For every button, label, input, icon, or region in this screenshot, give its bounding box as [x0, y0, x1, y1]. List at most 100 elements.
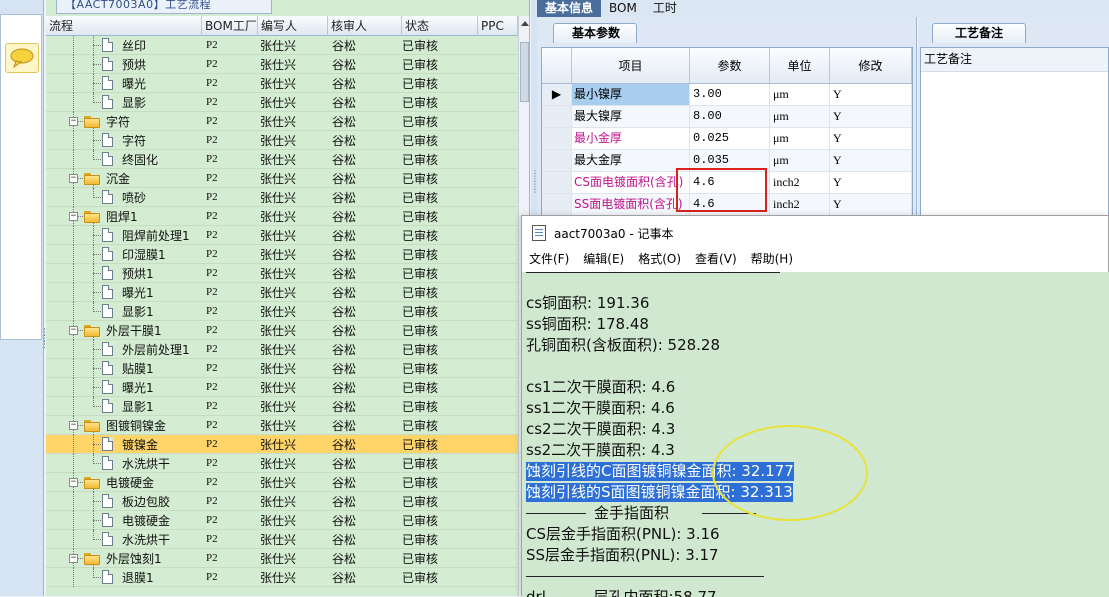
param-value-cell[interactable]: 8.00 [690, 106, 770, 127]
collapse-toggle-icon[interactable]: − [69, 553, 78, 563]
tree-row[interactable]: − 沉金 P2 张仕兴 谷松 已审核 [46, 168, 518, 188]
tree-row[interactable]: − 图镀铜镍金 P2 张仕兴 谷松 已审核 [46, 415, 518, 435]
tree-row[interactable]: 曝光1 P2 张仕兴 谷松 已审核 [46, 282, 518, 302]
tree-node-cell[interactable]: 显影1 [46, 396, 202, 416]
param-value-cell[interactable]: 0.025 [690, 128, 770, 149]
param-modify-cell[interactable]: Y [830, 84, 912, 105]
tab-work-hours[interactable]: 工时 [645, 0, 685, 17]
tree-node-cell[interactable]: 显影1 [46, 301, 202, 321]
param-modify-cell[interactable]: Y [830, 172, 912, 193]
tree-node-cell[interactable]: 水洗烘干 [46, 453, 202, 473]
col-header-value[interactable]: 参数 [690, 48, 770, 83]
param-item-cell[interactable]: 最大金厚 [572, 150, 690, 171]
tab-process-notes[interactable]: 工艺备注 [932, 23, 1026, 43]
row-indicator[interactable] [542, 172, 572, 193]
tree-row[interactable]: 贴膜1 P2 张仕兴 谷松 已审核 [46, 358, 518, 378]
param-unit-cell[interactable]: μm [770, 150, 830, 171]
tree-node-cell[interactable]: 外层前处理1 [46, 339, 202, 359]
tree-row[interactable]: 阻焊前处理1 P2 张仕兴 谷松 已审核 [46, 225, 518, 245]
param-modify-cell[interactable]: Y [830, 106, 912, 127]
tree-row[interactable]: 预烘1 P2 张仕兴 谷松 已审核 [46, 263, 518, 283]
tree-node-cell[interactable]: 退膜1 [46, 567, 202, 587]
tree-node-cell[interactable]: 曝光1 [46, 377, 202, 397]
tree-node-cell[interactable]: 曝光 [46, 73, 202, 93]
tree-row[interactable]: 显影1 P2 张仕兴 谷松 已审核 [46, 396, 518, 416]
tree-node-cell[interactable]: 板边包胶 [46, 491, 202, 511]
col-header-modify[interactable]: 修改 [830, 48, 912, 83]
tree-node-cell[interactable]: 字符 [46, 130, 202, 150]
param-modify-cell[interactable]: Y [830, 194, 912, 215]
tree-row[interactable]: − 电镀硬金 P2 张仕兴 谷松 已审核 [46, 472, 518, 492]
tree-node-cell[interactable]: 镀镍金 [46, 434, 202, 454]
tree-row[interactable]: − 字符 P2 张仕兴 谷松 已审核 [46, 111, 518, 131]
scroll-up-arrow-icon[interactable] [521, 21, 529, 26]
tree-row[interactable]: − 外层干膜1 P2 张仕兴 谷松 已审核 [46, 320, 518, 340]
tree-row[interactable]: 丝印 P2 张仕兴 谷松 已审核 [46, 35, 518, 55]
tree-row[interactable]: 板边包胶 P2 张仕兴 谷松 已审核 [46, 491, 518, 511]
tree-node-cell[interactable]: − 沉金 [46, 168, 202, 188]
tree-node-cell[interactable]: 水洗烘干 [46, 529, 202, 549]
param-unit-cell[interactable]: μm [770, 128, 830, 149]
tree-row[interactable]: 印湿膜1 P2 张仕兴 谷松 已审核 [46, 244, 518, 264]
row-indicator[interactable] [542, 128, 572, 149]
tree-node-cell[interactable]: 预烘1 [46, 263, 202, 283]
params-row[interactable]: 最大镍厚 8.00 μm Y [542, 106, 912, 128]
tree-row[interactable]: 终固化 P2 张仕兴 谷松 已审核 [46, 149, 518, 169]
menu-format[interactable]: 格式(O) [638, 250, 681, 270]
menu-help[interactable]: 帮助(H) [751, 250, 793, 270]
tab-basic-params[interactable]: 基本参数 [553, 23, 637, 43]
window-title-tab[interactable]: 【AACT7003A0】工艺流程 [56, 0, 272, 14]
collapse-toggle-icon[interactable]: − [69, 325, 78, 335]
menu-edit[interactable]: 编辑(E) [583, 250, 624, 270]
param-item-cell[interactable]: CS面电镀面积(含孔) [572, 172, 690, 193]
tree-row[interactable]: − 阻焊1 P2 张仕兴 谷松 已审核 [46, 206, 518, 226]
tree-node-cell[interactable]: − 图镀铜镍金 [46, 415, 202, 435]
param-modify-cell[interactable]: Y [830, 150, 912, 171]
param-unit-cell[interactable]: μm [770, 106, 830, 127]
collapse-toggle-icon[interactable]: − [69, 173, 78, 183]
tree-node-cell[interactable]: − 字符 [46, 111, 202, 131]
param-modify-cell[interactable]: Y [830, 128, 912, 149]
col-header-unit[interactable]: 单位 [770, 48, 830, 83]
tree-node-cell[interactable]: 贴膜1 [46, 358, 202, 378]
collapse-toggle-icon[interactable]: − [69, 116, 78, 126]
param-unit-cell[interactable]: inch2 [770, 172, 830, 193]
scroll-thumb[interactable] [520, 42, 529, 102]
tree-node-cell[interactable]: 喷砂 [46, 187, 202, 207]
param-unit-cell[interactable]: μm [770, 84, 830, 105]
row-indicator[interactable] [542, 106, 572, 127]
tree-node-cell[interactable]: 阻焊前处理1 [46, 225, 202, 245]
tree-row[interactable]: 曝光 P2 张仕兴 谷松 已审核 [46, 73, 518, 93]
tree-node-cell[interactable]: 终固化 [46, 149, 202, 169]
notepad-titlebar[interactable]: aact7003a0 - 记事本 [522, 216, 1108, 250]
tree-row[interactable]: 镀镍金 P2 张仕兴 谷松 已审核 [46, 434, 518, 454]
tab-basic-info[interactable]: 基本信息 [537, 0, 602, 17]
tab-bom[interactable]: BOM [601, 0, 645, 17]
tree-node-cell[interactable]: − 电镀硬金 [46, 472, 202, 492]
notes-body[interactable]: 工艺备注 [920, 47, 1109, 217]
current-row-arrow-icon[interactable]: ▶ [542, 84, 572, 105]
param-unit-cell[interactable]: inch2 [770, 194, 830, 215]
tree-node-cell[interactable]: 显影 [46, 92, 202, 112]
params-row[interactable]: ▶ 最小镍厚 3.00 μm Y [542, 84, 912, 106]
menu-view[interactable]: 查看(V) [695, 250, 737, 270]
tree-row[interactable]: 显影 P2 张仕兴 谷松 已审核 [46, 92, 518, 112]
tree-node-cell[interactable]: 印湿膜1 [46, 244, 202, 264]
tree-node-cell[interactable]: − 外层干膜1 [46, 320, 202, 340]
col-header-writer[interactable]: 编写人 [258, 16, 328, 36]
tree-row[interactable]: 退膜1 P2 张仕兴 谷松 已审核 [46, 567, 518, 587]
params-row[interactable]: 最小金厚 0.025 μm Y [542, 128, 912, 150]
tree-row[interactable]: 水洗烘干 P2 张仕兴 谷松 已审核 [46, 453, 518, 473]
menu-file[interactable]: 文件(F) [529, 250, 569, 270]
col-header-status[interactable]: 状态 [402, 16, 478, 36]
tree-row[interactable]: 水洗烘干 P2 张仕兴 谷松 已审核 [46, 529, 518, 549]
tree-node-cell[interactable]: 丝印 [46, 35, 202, 55]
tree-row[interactable]: 外层前处理1 P2 张仕兴 谷松 已审核 [46, 339, 518, 359]
tree-row[interactable]: 电镀硬金 P2 张仕兴 谷松 已审核 [46, 510, 518, 530]
collapse-toggle-icon[interactable]: − [69, 211, 78, 221]
tree-node-cell[interactable]: 电镀硬金 [46, 510, 202, 530]
param-value-cell[interactable]: 3.00 [690, 84, 770, 105]
col-header-reviewer[interactable]: 核审人 [328, 16, 402, 36]
tree-row[interactable]: 喷砂 P2 张仕兴 谷松 已审核 [46, 187, 518, 207]
param-item-cell[interactable]: SS面电镀面积(含孔) [572, 194, 690, 215]
